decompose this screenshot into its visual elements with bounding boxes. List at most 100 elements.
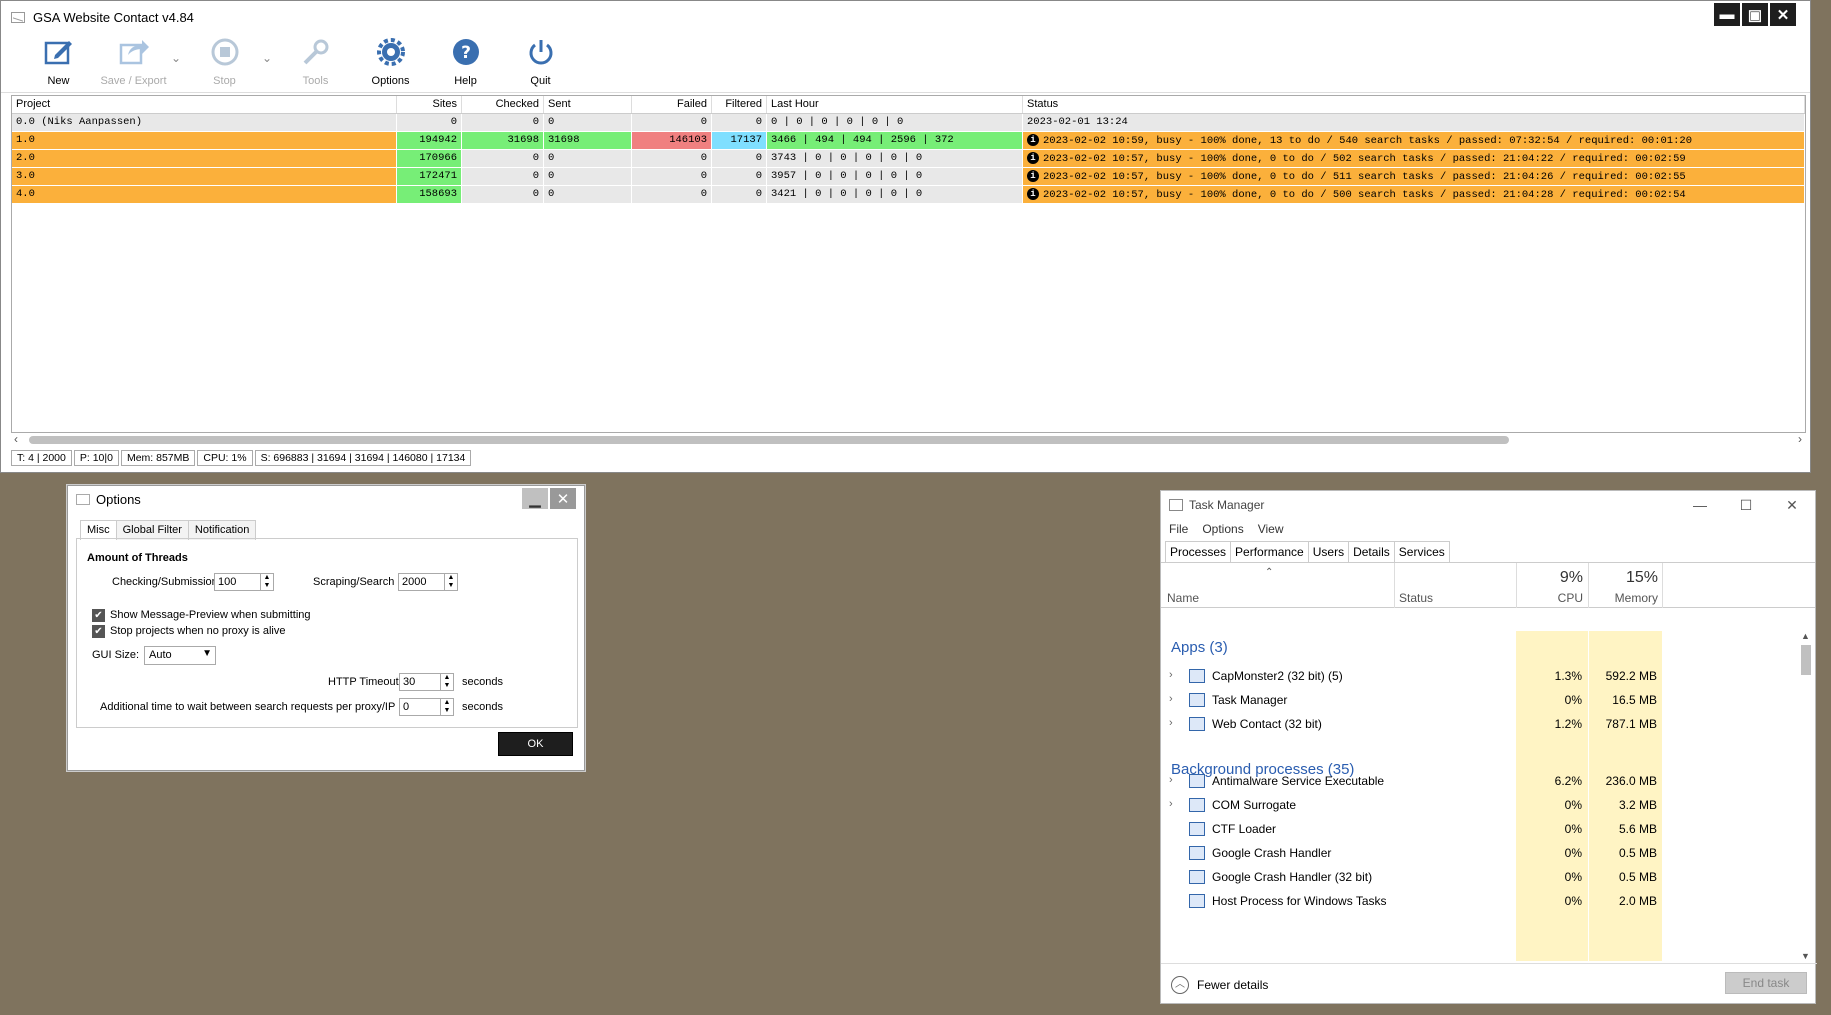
tab-notification[interactable]: Notification	[187, 520, 257, 540]
task-manager-window: Task Manager — ☐ ✕ File Options View Pro…	[1160, 490, 1817, 1005]
cell-sent: 0	[544, 186, 632, 204]
scroll-up-icon[interactable]: ▲	[1801, 631, 1810, 641]
project-grid: Project Sites Checked Sent Failed Filter…	[11, 95, 1806, 433]
quit-button[interactable]: Quit	[503, 33, 578, 87]
message-preview-checkbox[interactable]: ✔	[92, 609, 105, 622]
tab-misc[interactable]: Misc	[80, 520, 117, 540]
gsa-window-controls: ▬ ▣ ✕	[1714, 3, 1796, 26]
spinner-arrows-icon[interactable]: ▲ ▼	[440, 699, 453, 715]
table-row[interactable]: 3.0 172471 0 0 0 0 3957 | 0 | 0 | 0 | 0 | 0 i 20…	[12, 168, 1805, 186]
stop-button[interactable]: Stop	[187, 33, 262, 87]
stop-dropdown-icon[interactable]: ⌄	[262, 33, 278, 65]
tab-processes[interactable]: Processes	[1165, 541, 1232, 562]
col-status[interactable]: Status	[1399, 591, 1433, 605]
process-row[interactable]: Host Process for Windows Tasks 0% 2.0 MB	[1161, 888, 1801, 916]
tab-global-filter[interactable]: Global Filter	[115, 520, 189, 540]
end-task-button[interactable]: End task	[1725, 972, 1807, 994]
chevron-right-icon[interactable]: ›	[1169, 669, 1173, 681]
col-sent[interactable]: Sent	[544, 96, 632, 113]
tm-scroll-thumb[interactable]	[1801, 645, 1811, 675]
tm-minimize-button[interactable]: —	[1677, 491, 1723, 519]
col-last-hour[interactable]: Last Hour	[767, 96, 1023, 113]
menu-file[interactable]: File	[1169, 519, 1188, 541]
tab-services[interactable]: Services	[1393, 541, 1450, 562]
options-button[interactable]: Options	[353, 33, 428, 87]
tab-performance[interactable]: Performance	[1230, 541, 1309, 562]
new-button[interactable]: New	[21, 33, 96, 87]
tm-tabs: Processes Performance Users Details Serv…	[1161, 541, 1815, 563]
table-row[interactable]: 4.0 158693 0 0 0 0 3421 | 0 | 0 | 0 | 0 | 0 i 20…	[12, 186, 1805, 204]
help-button[interactable]: ? Help	[428, 33, 503, 87]
cell-status: i 2023-02-02 10:59, busy - 100% done, 13 …	[1023, 132, 1805, 150]
horizontal-scrollbar[interactable]: ‹ ›	[11, 432, 1806, 447]
col-sites[interactable]: Sites	[397, 96, 462, 113]
col-checked[interactable]: Checked	[462, 96, 544, 113]
col-memory[interactable]: Memory	[1591, 591, 1658, 605]
chevron-right-icon[interactable]: ›	[1169, 717, 1173, 729]
process-row[interactable]: › Web Contact (32 bit) 1.2% 787.1 MB	[1161, 711, 1801, 739]
table-row[interactable]: 0.0 (Niks Aanpassen) 0 0 0 0 0 0 | 0 | 0 | 0 |…	[12, 114, 1805, 132]
minimize-button[interactable]: ▬	[1714, 3, 1740, 26]
col-cpu[interactable]: CPU	[1521, 591, 1583, 605]
envelope-icon	[76, 493, 90, 505]
gui-size-select[interactable]: Auto ▼	[144, 646, 216, 665]
tm-title: Task Manager	[1189, 498, 1265, 512]
scraping-label: Scraping/Search	[313, 576, 395, 588]
cell-project: 1.0	[12, 132, 397, 150]
save-export-button[interactable]: Save / Export	[96, 33, 171, 87]
table-row[interactable]: 2.0 170966 0 0 0 0 3743 | 0 | 0 | 0 | 0 | 0 i 20…	[12, 150, 1805, 168]
ok-button[interactable]: OK	[498, 732, 573, 756]
stop-no-proxy-checkbox[interactable]: ✔	[92, 625, 105, 638]
checking-spinner[interactable]: 100 ▲ ▼	[214, 573, 274, 591]
options-close-button[interactable]: ✕	[550, 488, 576, 509]
cell-project: 4.0	[12, 186, 397, 204]
menu-view[interactable]: View	[1258, 519, 1284, 541]
spinner-arrows-icon[interactable]: ▲ ▼	[444, 574, 457, 590]
spinner-arrows-icon[interactable]: ▲ ▼	[260, 574, 273, 590]
table-row[interactable]: 1.0 194942 31698 31698 146103 17137 3466 | 494…	[12, 132, 1805, 150]
cell-checked: 31698	[462, 132, 544, 150]
close-button[interactable]: ✕	[1770, 3, 1796, 26]
col-project[interactable]: Project	[12, 96, 397, 113]
tm-vertical-scrollbar[interactable]: ▲ ▼	[1799, 631, 1813, 961]
gsa-toolbar: New Save / Export ⌄ Stop ⌄ Tools Options…	[1, 33, 1810, 93]
scroll-right-icon[interactable]: ›	[1798, 432, 1802, 446]
cell-last: 0 | 0 | 0 | 0 | 0 | 0	[767, 114, 1023, 132]
chevron-right-icon[interactable]: ›	[1169, 774, 1173, 786]
apps-group-header: Apps (3)	[1171, 639, 1228, 656]
save-export-dropdown-icon[interactable]: ⌄	[171, 33, 187, 65]
cell-filtered: 0	[712, 150, 767, 168]
grid-header: Project Sites Checked Sent Failed Filter…	[12, 96, 1805, 114]
scroll-thumb[interactable]	[29, 436, 1509, 444]
fewer-details-button[interactable]: ︿ Fewer details	[1171, 976, 1268, 994]
options-minimize-button[interactable]: ▁	[522, 488, 548, 509]
scroll-down-icon[interactable]: ▼	[1801, 951, 1810, 961]
process-icon	[1189, 822, 1205, 836]
wait-spinner[interactable]: 0 ▲ ▼	[399, 698, 454, 716]
options-tabs: Misc Global Filter Notification	[80, 520, 257, 540]
menu-options[interactable]: Options	[1202, 519, 1243, 541]
chevron-right-icon[interactable]: ›	[1169, 693, 1173, 705]
tm-close-button[interactable]: ✕	[1769, 491, 1815, 519]
options-title: Options	[96, 491, 141, 507]
col-status[interactable]: Status	[1023, 96, 1805, 113]
tools-button[interactable]: Tools	[278, 33, 353, 87]
scraping-spinner[interactable]: 2000 ▲ ▼	[398, 573, 458, 591]
status-memory: Mem: 857MB	[120, 450, 196, 466]
process-icon	[1189, 870, 1205, 884]
chevron-right-icon[interactable]: ›	[1169, 798, 1173, 810]
cell-status: i 2023-02-02 10:57, busy - 100% done, 0 t…	[1023, 168, 1805, 186]
spinner-arrows-icon[interactable]: ▲ ▼	[440, 674, 453, 690]
http-timeout-spinner[interactable]: 30 ▲ ▼	[399, 673, 454, 691]
tm-maximize-button[interactable]: ☐	[1723, 491, 1769, 519]
gear-icon	[373, 37, 409, 67]
col-failed[interactable]: Failed	[632, 96, 712, 113]
scroll-left-icon[interactable]: ‹	[14, 432, 18, 446]
col-name[interactable]: Name	[1167, 591, 1199, 605]
tab-users[interactable]: Users	[1307, 541, 1350, 562]
cell-failed: 146103	[632, 132, 712, 150]
col-filtered[interactable]: Filtered	[712, 96, 767, 113]
tm-footer: ︿ Fewer details End task	[1161, 963, 1817, 1005]
maximize-button[interactable]: ▣	[1742, 3, 1768, 26]
tab-details[interactable]: Details	[1348, 541, 1395, 562]
